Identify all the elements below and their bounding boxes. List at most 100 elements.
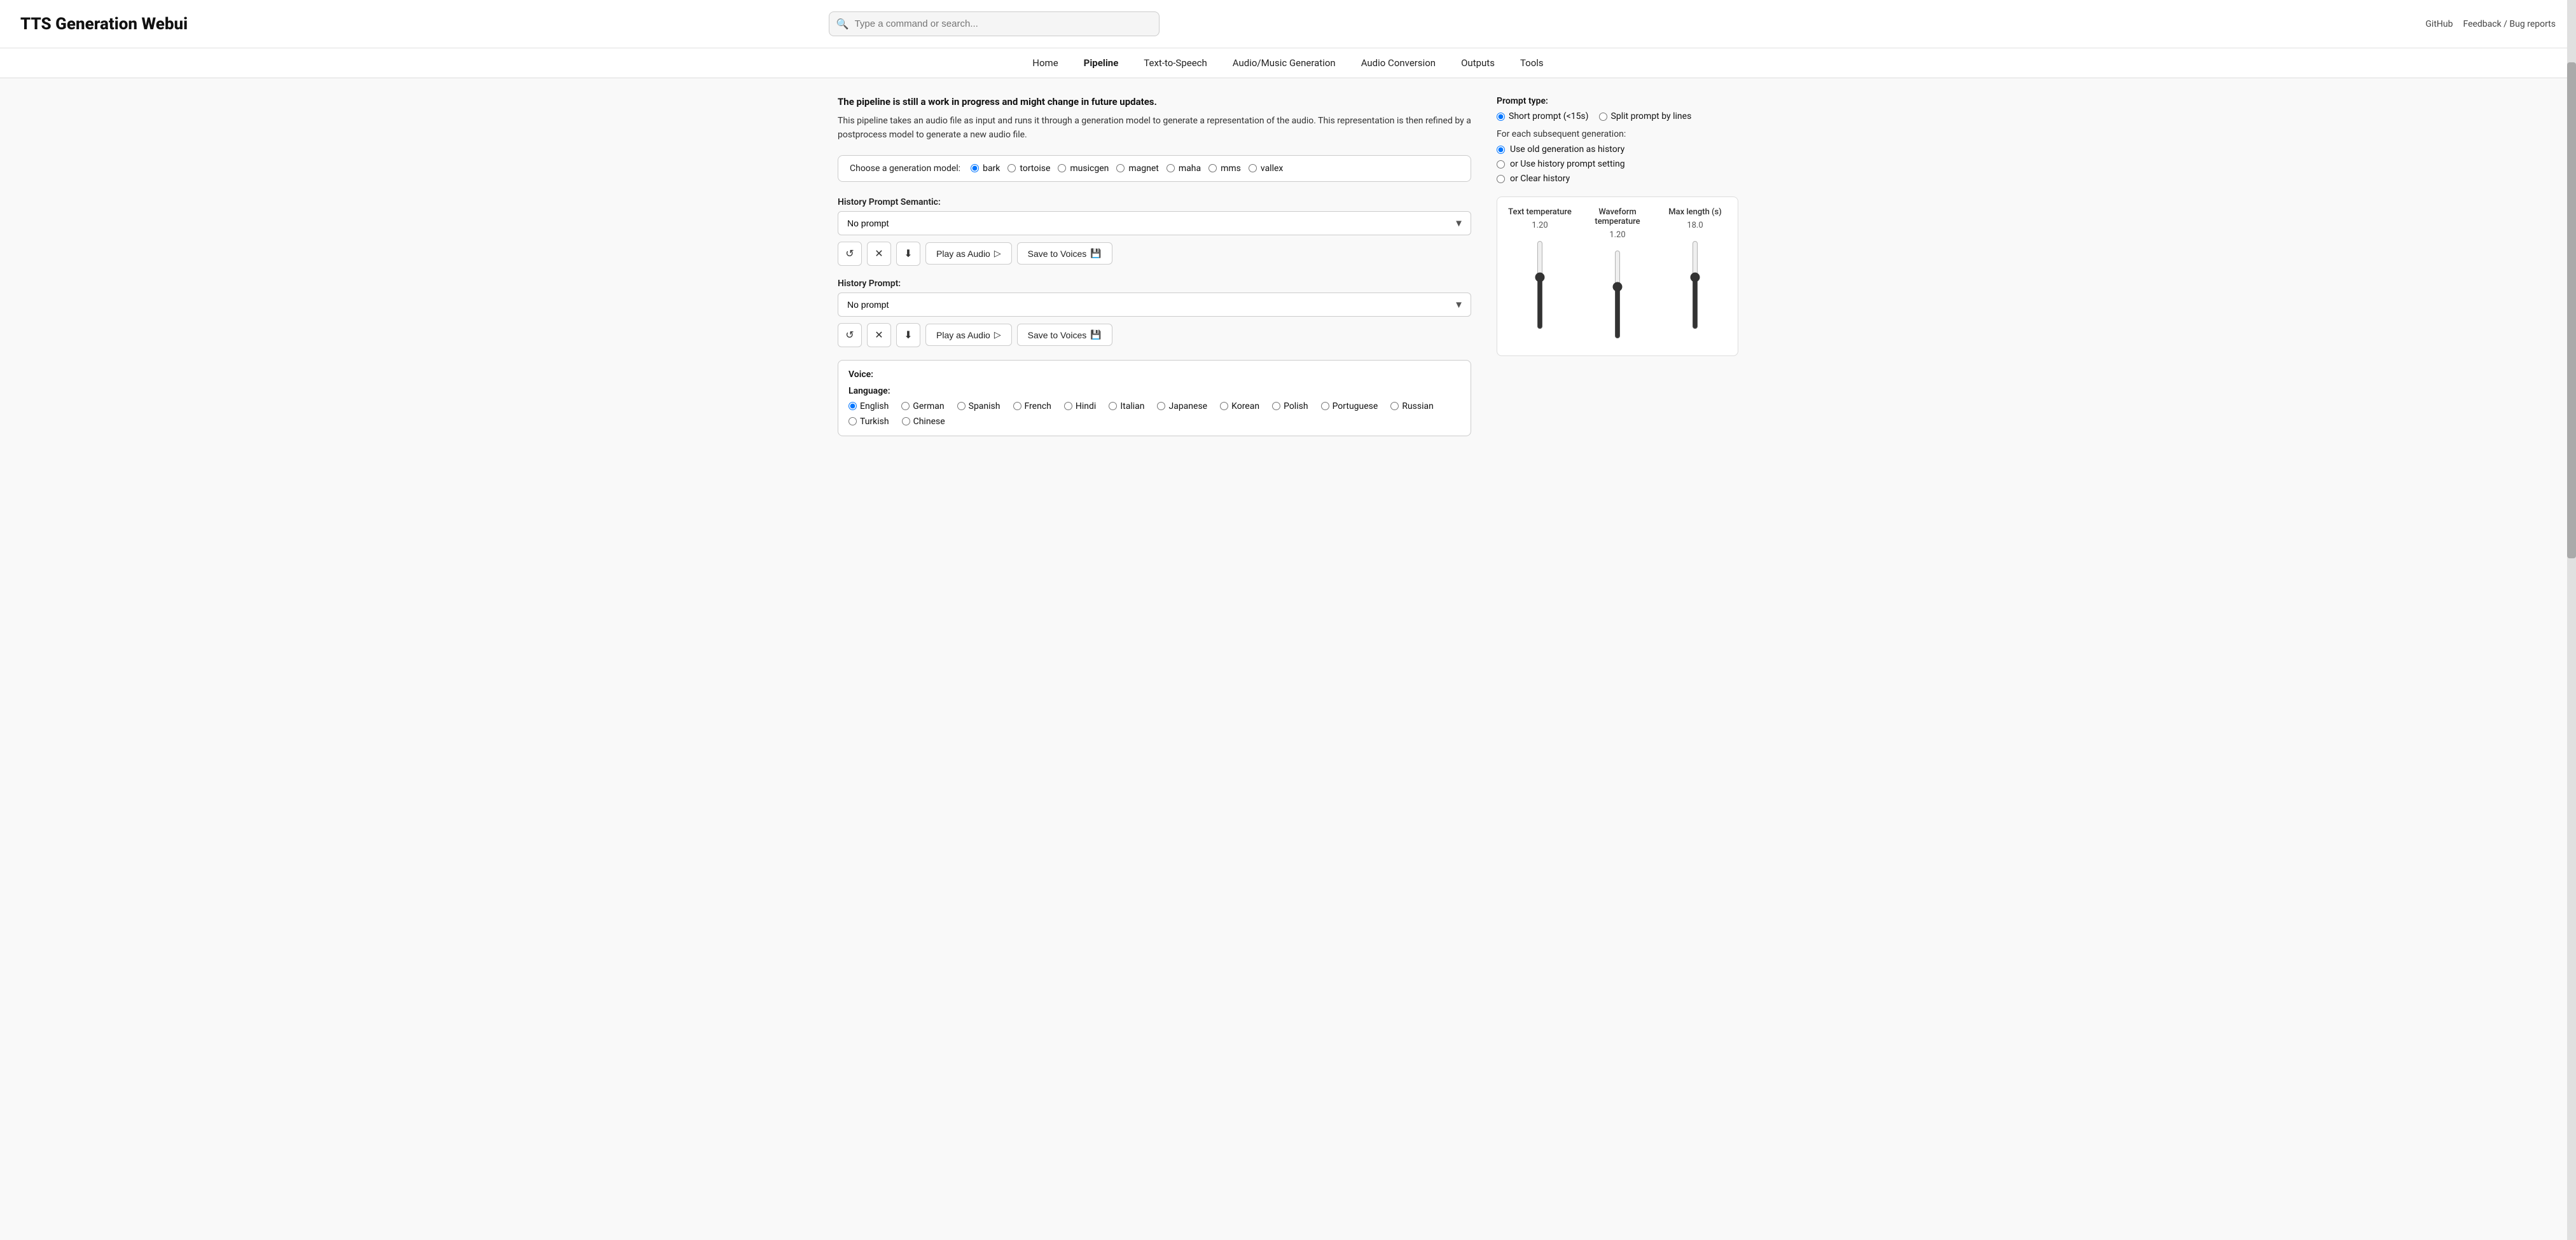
download-btn-1[interactable]: ⬇ (896, 242, 920, 266)
search-icon: 🔍 (836, 18, 849, 30)
lang-japanese[interactable]: Japanese (1157, 401, 1207, 411)
prompt-split[interactable]: Split prompt by lines (1599, 111, 1692, 121)
history-prompt-label: History Prompt: (838, 279, 1471, 289)
subsequent-history-prompt[interactable]: or Use history prompt setting (1497, 159, 1738, 169)
subsequent-history-prompt-label: or Use history prompt setting (1510, 159, 1625, 169)
lang-turkish-radio[interactable] (848, 417, 857, 425)
model-maha-radio[interactable] (1167, 164, 1175, 172)
lang-chinese-label: Chinese (913, 417, 945, 427)
save-voices-icon-2: 💾 (1090, 329, 1101, 340)
subsequent-clear-history[interactable]: or Clear history (1497, 174, 1738, 184)
lang-chinese-radio[interactable] (902, 417, 910, 425)
text-temp-slider[interactable] (1531, 240, 1549, 329)
feedback-link[interactable]: Feedback / Bug reports (2463, 19, 2556, 29)
model-musicgen[interactable]: musicgen (1058, 163, 1109, 174)
lang-portuguese-radio[interactable] (1321, 402, 1329, 410)
model-vallex-label: vallex (1261, 163, 1283, 174)
lang-hindi-radio[interactable] (1064, 402, 1072, 410)
waveform-temp-slider[interactable] (1609, 250, 1626, 339)
model-tortoise-radio[interactable] (1008, 164, 1016, 172)
lang-french[interactable]: French (1013, 401, 1051, 411)
lang-french-radio[interactable] (1013, 402, 1021, 410)
subsequent-old-gen[interactable]: Use old generation as history (1497, 144, 1738, 155)
left-panel: The pipeline is still a work in progress… (838, 96, 1471, 436)
lang-korean-radio[interactable] (1220, 402, 1228, 410)
subsequent-history-prompt-radio[interactable] (1497, 160, 1505, 169)
max-length-slider-wrap (1686, 234, 1704, 336)
max-length-title: Max length (s) (1668, 207, 1722, 217)
history-prompt-semantic-select[interactable]: No prompt (838, 211, 1471, 235)
clear-btn-1[interactable]: ✕ (867, 242, 891, 266)
history-prompt-select[interactable]: No prompt (838, 293, 1471, 317)
scrollbar-thumb[interactable] (2567, 62, 2576, 558)
refresh-btn-2[interactable]: ↺ (838, 323, 862, 347)
lang-polish[interactable]: Polish (1272, 401, 1308, 411)
lang-spanish[interactable]: Spanish (957, 401, 1001, 411)
app-title: TTS Generation Webui (20, 15, 188, 34)
subsequent-old-gen-radio[interactable] (1497, 146, 1505, 154)
search-input[interactable] (829, 11, 1160, 36)
play-audio-btn-2[interactable]: Play as Audio ▷ (925, 324, 1012, 346)
lang-english-label: English (860, 401, 889, 411)
language-label: Language: (848, 386, 1460, 396)
model-mms[interactable]: mms (1208, 163, 1241, 174)
play-audio-icon-1: ▷ (994, 248, 1001, 259)
nav-tts[interactable]: Text-to-Speech (1144, 57, 1207, 69)
prompt-split-radio[interactable] (1599, 113, 1607, 121)
model-vallex[interactable]: vallex (1249, 163, 1283, 174)
text-temp-title: Text temperature (1508, 207, 1572, 217)
lang-russian-radio[interactable] (1390, 402, 1399, 410)
prompt-short-radio[interactable] (1497, 113, 1505, 121)
play-audio-btn-1[interactable]: Play as Audio ▷ (925, 242, 1012, 265)
lang-japanese-radio[interactable] (1157, 402, 1165, 410)
lang-english-radio[interactable] (848, 402, 857, 410)
text-temp-col: Text temperature 1.20 (1507, 207, 1572, 345)
nav-pipeline[interactable]: Pipeline (1084, 57, 1119, 69)
lang-turkish[interactable]: Turkish (848, 417, 889, 427)
lang-spanish-radio[interactable] (957, 402, 966, 410)
lang-korean-label: Korean (1231, 401, 1259, 411)
scrollbar[interactable] (2567, 0, 2576, 1240)
max-length-slider[interactable] (1686, 240, 1704, 329)
prompt-short[interactable]: Short prompt (<15s) (1497, 111, 1589, 121)
refresh-btn-1[interactable]: ↺ (838, 242, 862, 266)
model-bark-radio[interactable] (971, 164, 979, 172)
text-temp-slider-wrap (1531, 234, 1549, 336)
lang-german-radio[interactable] (901, 402, 910, 410)
model-maha[interactable]: maha (1167, 163, 1201, 174)
nav-audio-conversion[interactable]: Audio Conversion (1361, 57, 1436, 69)
save-voices-btn-2[interactable]: Save to Voices 💾 (1017, 324, 1112, 346)
model-magnet[interactable]: magnet (1116, 163, 1159, 174)
model-vallex-radio[interactable] (1249, 164, 1257, 172)
lang-chinese[interactable]: Chinese (902, 417, 945, 427)
lang-english[interactable]: English (848, 401, 889, 411)
github-link[interactable]: GitHub (2425, 19, 2453, 29)
model-tortoise[interactable]: tortoise (1008, 163, 1050, 174)
nav-audio-music[interactable]: Audio/Music Generation (1233, 57, 1336, 69)
download-btn-2[interactable]: ⬇ (896, 323, 920, 347)
save-voices-label-1: Save to Voices (1028, 249, 1087, 259)
main-content: The pipeline is still a work in progress… (817, 78, 1759, 454)
nav-tools[interactable]: Tools (1520, 57, 1544, 69)
nav-outputs[interactable]: Outputs (1461, 57, 1495, 69)
model-magnet-radio[interactable] (1116, 164, 1125, 172)
max-length-col: Max length (s) 18.0 (1663, 207, 1728, 345)
lang-italian[interactable]: Italian (1109, 401, 1144, 411)
lang-korean[interactable]: Korean (1220, 401, 1259, 411)
clear-btn-2[interactable]: ✕ (867, 323, 891, 347)
lang-italian-radio[interactable] (1109, 402, 1117, 410)
lang-french-label: French (1025, 401, 1051, 411)
nav-home[interactable]: Home (1032, 57, 1058, 69)
model-musicgen-radio[interactable] (1058, 164, 1066, 172)
lang-polish-radio[interactable] (1272, 402, 1280, 410)
history-prompt-btn-row: ↺ ✕ ⬇ Play as Audio ▷ Save to Voices 💾 (838, 323, 1471, 347)
lang-portuguese[interactable]: Portuguese (1321, 401, 1378, 411)
lang-italian-label: Italian (1120, 401, 1144, 411)
subsequent-clear-history-radio[interactable] (1497, 175, 1505, 183)
model-bark[interactable]: bark (971, 163, 1000, 174)
model-mms-radio[interactable] (1208, 164, 1217, 172)
lang-german[interactable]: German (901, 401, 944, 411)
lang-hindi[interactable]: Hindi (1064, 401, 1096, 411)
save-voices-btn-1[interactable]: Save to Voices 💾 (1017, 242, 1112, 265)
lang-russian[interactable]: Russian (1390, 401, 1434, 411)
